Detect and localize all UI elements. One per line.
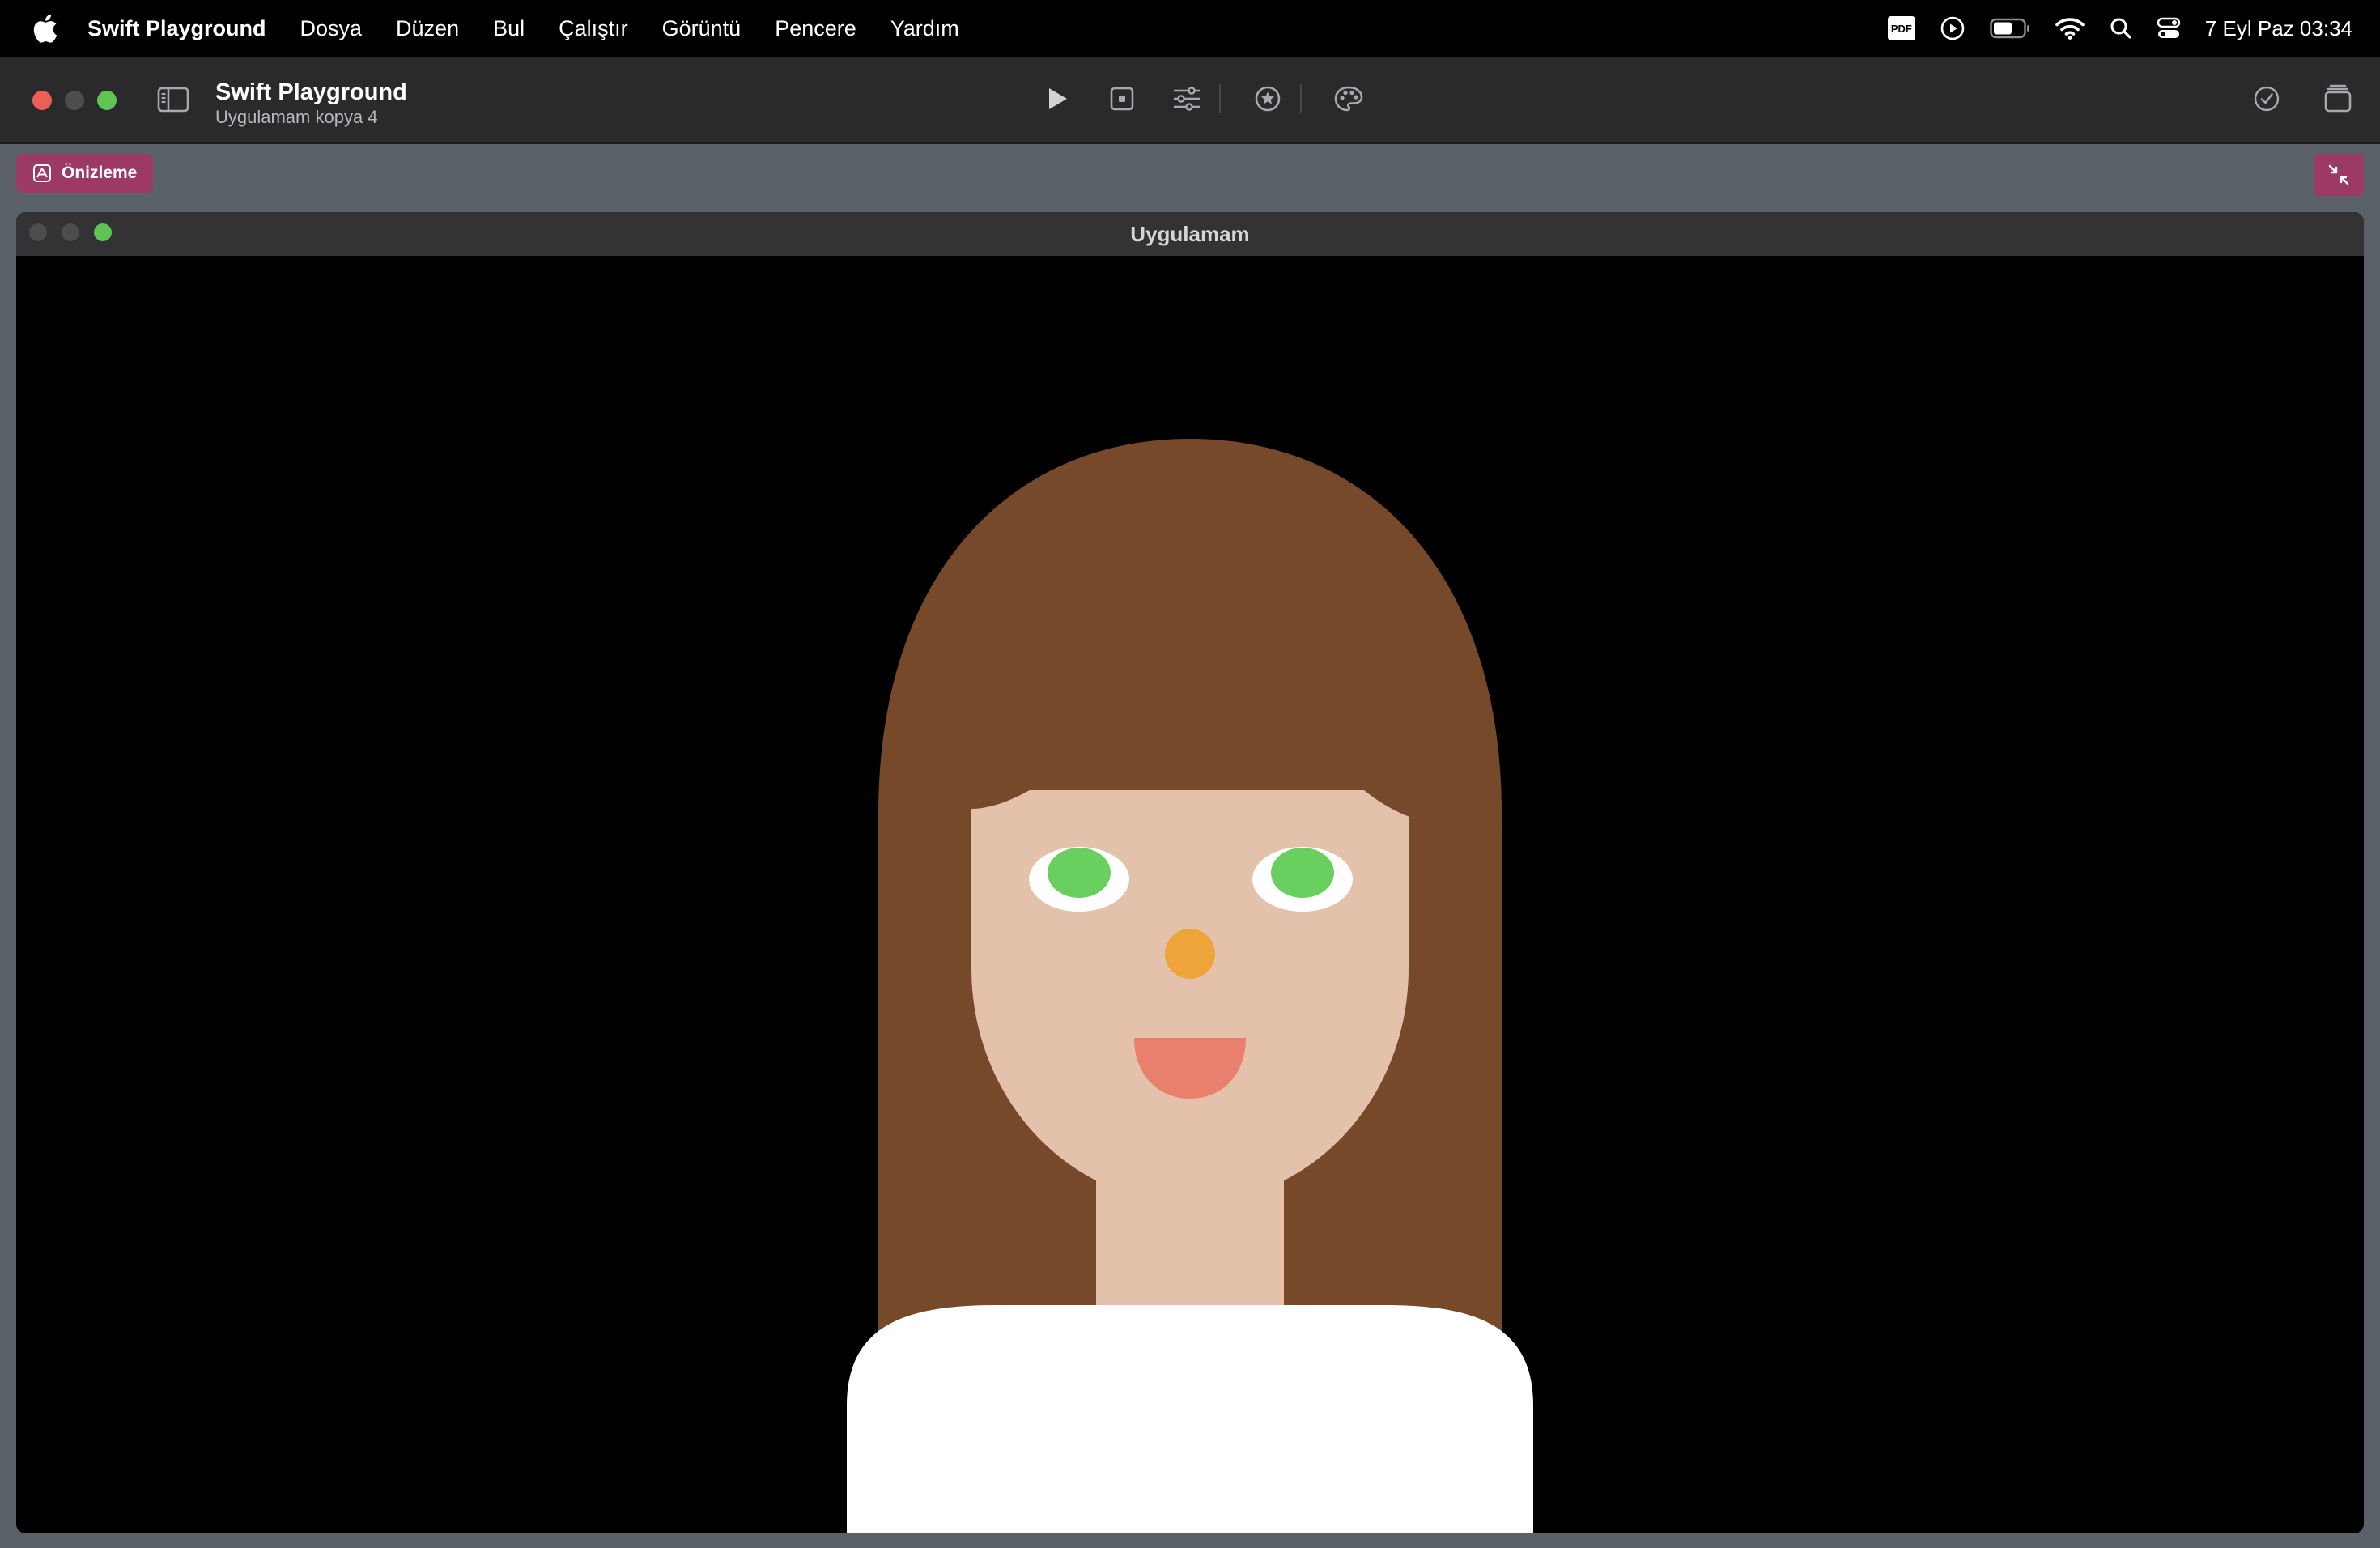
zoom-window-button[interactable] [97, 91, 117, 110]
menu-duzen[interactable]: Düzen [396, 16, 459, 41]
play-circle-icon[interactable] [1940, 15, 1966, 41]
preview-button[interactable]: Önizleme [16, 154, 154, 193]
apple-logo-icon[interactable] [31, 13, 58, 44]
palette-icon[interactable] [1331, 81, 1366, 117]
checkmark-icon[interactable] [2249, 81, 2284, 117]
avatar-iris-right [1271, 848, 1334, 898]
avatar-shirt [847, 1305, 1533, 1533]
pdf-icon[interactable]: PDF [1887, 16, 1915, 40]
preview-icon [32, 164, 52, 183]
search-icon[interactable] [2110, 17, 2132, 40]
menu-clock[interactable]: 7 Eyl Paz 03:34 [2205, 16, 2352, 41]
preview-window-title: Uygulamam [1130, 222, 1250, 246]
menu-goruntu[interactable]: Görüntü [662, 16, 742, 41]
menu-app-name[interactable]: Swift Playground [87, 16, 266, 41]
avatar-drawing [847, 439, 1533, 1533]
menu-bar: Swift Playground Dosya Düzen Bul Çalıştı… [0, 0, 2380, 57]
app-toolbar: Swift Playground Uygulamam kopya 4 [0, 57, 2380, 144]
status-area: PDF 7 Eyl Paz 03:34 [1864, 0, 2352, 57]
stop-icon[interactable] [1104, 81, 1140, 117]
toolbar-separator-2 [1300, 84, 1302, 113]
toolbar-separator [1219, 84, 1221, 113]
control-center-icon[interactable] [2157, 17, 2181, 40]
star-icon[interactable] [1250, 81, 1286, 117]
menu-bul[interactable]: Bul [493, 16, 525, 41]
menu-yardim[interactable]: Yardım [890, 16, 959, 41]
minimize-window-button[interactable] [65, 91, 84, 110]
app-canvas [16, 256, 2364, 1533]
window-controls [32, 91, 130, 110]
run-controls [1039, 81, 1396, 117]
sidebar-toggle-icon[interactable] [157, 86, 189, 117]
project-title: Swift Playground [215, 79, 407, 105]
preview-button-label: Önizleme [62, 164, 138, 182]
menu-pencere[interactable]: Pencere [775, 16, 856, 41]
menu-calistir[interactable]: Çalıştır [559, 16, 628, 41]
menu-dosya[interactable]: Dosya [300, 16, 363, 41]
wifi-icon[interactable] [2055, 16, 2085, 40]
collapse-arrows-icon[interactable] [2314, 154, 2364, 196]
stack-icon[interactable] [2320, 81, 2356, 117]
close-window-button[interactable] [32, 91, 52, 110]
avatar-nose [1165, 929, 1215, 979]
play-icon[interactable] [1039, 81, 1075, 117]
avatar-iris-left [1048, 848, 1111, 898]
preview-strip: Önizleme [0, 144, 2380, 209]
pdf-label: PDF [1887, 16, 1915, 40]
preview-window: Uygulamam [16, 212, 2364, 1533]
toolbar-right [2213, 81, 2356, 117]
battery-icon[interactable] [1990, 18, 2030, 39]
preview-window-titlebar: Uygulamam [16, 212, 2364, 256]
sliders-icon[interactable] [1169, 81, 1205, 117]
project-title-block: Swift Playground Uygulamam kopya 4 [215, 78, 407, 128]
project-subtitle: Uygulamam kopya 4 [215, 107, 378, 127]
